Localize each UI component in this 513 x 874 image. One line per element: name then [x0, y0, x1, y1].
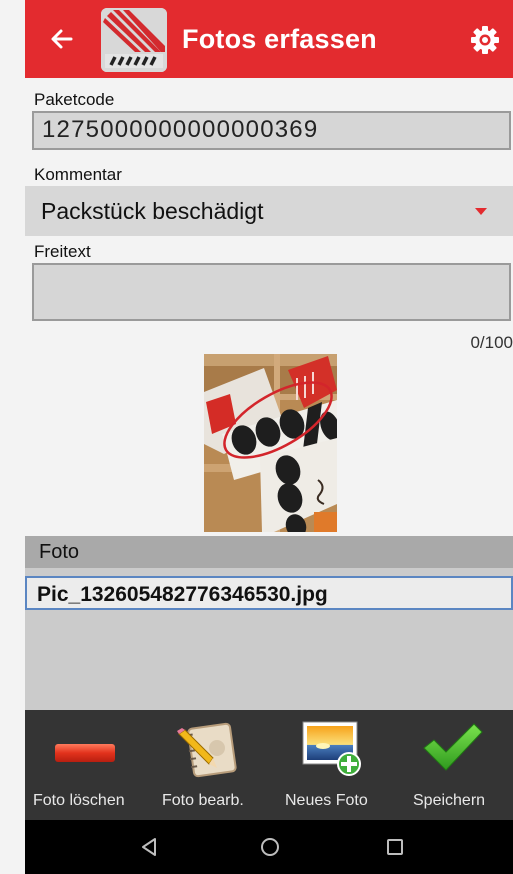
- foto-list-header: Foto: [25, 536, 513, 568]
- paketcode-value: 1275000000000000369: [42, 116, 319, 143]
- foto-list[interactable]: Pic_132605482776346530.jpg: [25, 568, 513, 710]
- square-recents-icon: [387, 839, 403, 855]
- freitext-counter: 0/100: [470, 333, 513, 352]
- kommentar-dropdown[interactable]: Packstück beschädigt: [25, 186, 513, 236]
- nav-back-button[interactable]: [135, 832, 165, 862]
- edit-photo-label: Foto bearb.: [162, 792, 244, 809]
- save-label: Speichern: [413, 792, 486, 809]
- page-title: Fotos erfassen: [182, 24, 377, 54]
- add-photo-icon: [301, 718, 365, 778]
- new-photo-button[interactable]: Neues Foto: [275, 710, 395, 820]
- freitext-label: Freitext: [34, 242, 91, 261]
- notebook-pencil-icon: [175, 718, 239, 778]
- app-bar: Fotos erfassen: [25, 0, 513, 78]
- nav-home-button[interactable]: [255, 832, 285, 862]
- minus-bar-icon: [53, 718, 117, 778]
- action-toolbar: Foto löschen Foto bearb. Neues Foto Spei…: [25, 710, 513, 820]
- system-nav-bar: [25, 820, 513, 874]
- kommentar-label: Kommentar: [34, 165, 122, 184]
- foto-header-label: Foto: [39, 541, 80, 563]
- delete-photo-button[interactable]: Foto löschen: [25, 710, 145, 820]
- delete-photo-label: Foto löschen: [33, 792, 125, 809]
- checkmark-icon: [420, 718, 484, 778]
- dropdown-arrow-icon: [475, 208, 487, 215]
- new-photo-label: Neues Foto: [285, 792, 368, 809]
- list-item[interactable]: Pic_132605482776346530.jpg: [25, 576, 513, 610]
- circle-home-icon: [261, 838, 279, 856]
- arrow-left-icon: [51, 29, 73, 49]
- triangle-back-icon: [142, 838, 156, 856]
- edit-photo-button[interactable]: Foto bearb.: [150, 710, 270, 820]
- paketcode-label: Paketcode: [34, 90, 115, 109]
- kommentar-value: Packstück beschädigt: [41, 198, 264, 224]
- list-item-label: Pic_132605482776346530.jpg: [37, 583, 328, 606]
- settings-button[interactable]: [469, 24, 501, 56]
- photo-preview[interactable]: [204, 354, 337, 532]
- cosys-logo: [101, 8, 167, 72]
- nav-recents-button[interactable]: [380, 832, 410, 862]
- save-button[interactable]: Speichern: [400, 710, 513, 820]
- freitext-field[interactable]: [32, 263, 511, 321]
- gear-icon: [471, 26, 499, 54]
- back-button[interactable]: [45, 22, 79, 56]
